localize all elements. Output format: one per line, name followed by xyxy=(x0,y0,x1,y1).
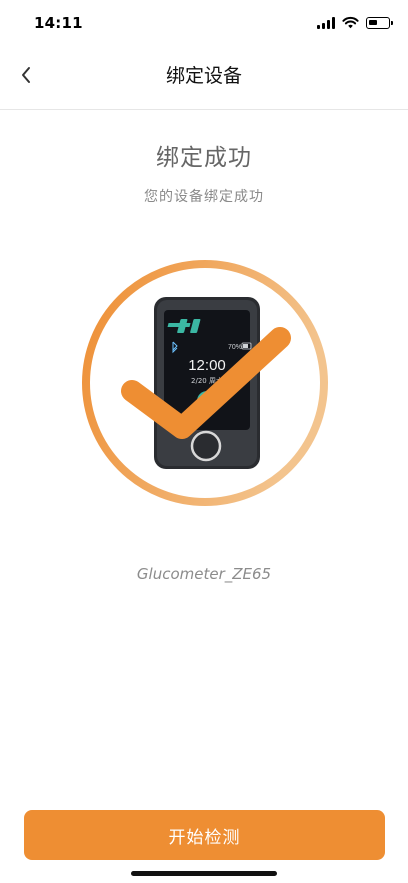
status-bar: 14:11 xyxy=(0,0,408,48)
status-time: 14:11 xyxy=(34,14,83,32)
success-subtitle: 您的设备绑定成功 xyxy=(144,189,264,205)
page-title: 绑定设备 xyxy=(165,65,242,87)
wifi-icon xyxy=(342,16,359,29)
device-home-button xyxy=(190,430,222,462)
device-time: 12:00 xyxy=(188,357,226,374)
battery-icon xyxy=(366,16,393,29)
success-title: 绑定成功 xyxy=(156,145,252,171)
bind-success-illustration: 70% 12:00 2/20 周六 xyxy=(82,260,328,506)
cellular-signal-icon xyxy=(317,16,335,29)
device-name: Glucometer_ZE65 xyxy=(136,565,272,583)
start-test-button[interactable]: 开始检测 xyxy=(24,810,385,860)
status-icons xyxy=(317,16,393,29)
home-indicator xyxy=(131,871,277,876)
device-battery-percent: 70% xyxy=(228,344,242,351)
nav-bar: 绑定设备 xyxy=(0,48,408,110)
